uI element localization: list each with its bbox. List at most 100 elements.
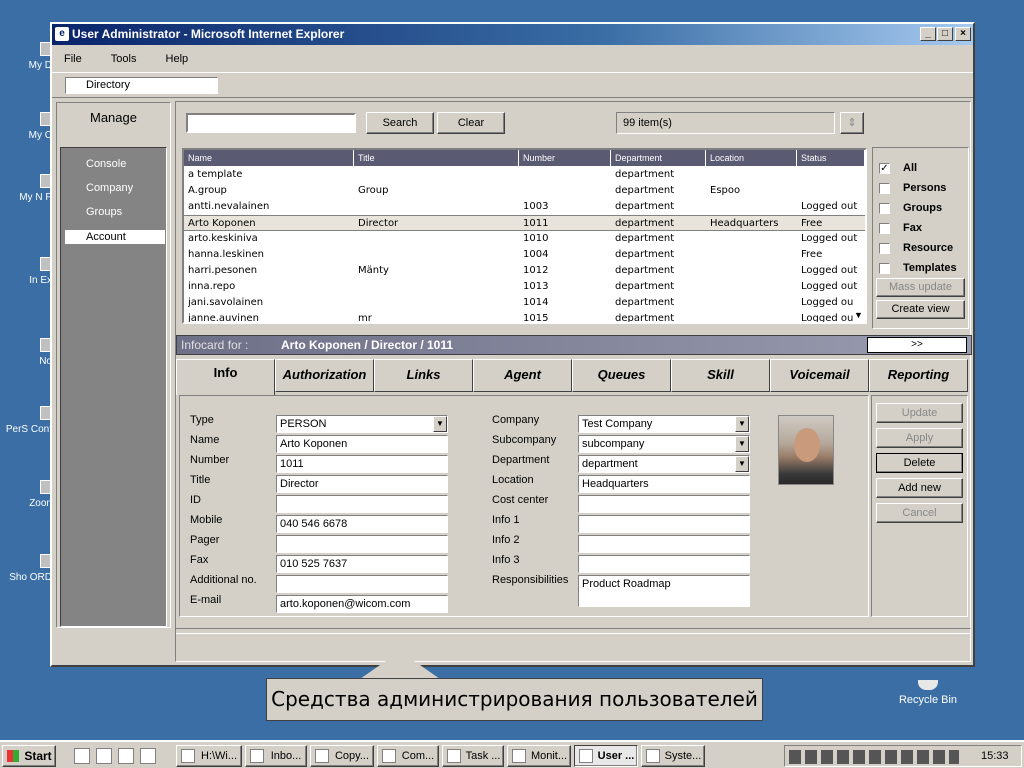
- fax-field[interactable]: 010 525 7637: [276, 555, 448, 573]
- table-row[interactable]: antti.nevalainen 1003 department Logged out: [184, 199, 865, 215]
- chevron-down-icon[interactable]: ▼: [433, 416, 447, 432]
- delete-button[interactable]: Delete: [876, 453, 963, 473]
- add-new-button[interactable]: Add new: [876, 478, 963, 498]
- responsibilities-field[interactable]: Product Roadmap: [578, 575, 750, 607]
- email-field[interactable]: arto.koponen@wicom.com: [276, 595, 448, 613]
- close-button[interactable]: ×: [955, 27, 971, 41]
- clear-button[interactable]: Clear: [437, 112, 505, 134]
- tab-reporting[interactable]: Reporting: [869, 359, 968, 392]
- quicklaunch-app-icon[interactable]: [140, 748, 156, 764]
- table-row[interactable]: jani.savolainen 1014 department Logged ou: [184, 295, 865, 311]
- scroll-down-icon[interactable]: ▼: [854, 310, 863, 320]
- column-header-department[interactable]: Department: [611, 150, 706, 166]
- additional-no-field[interactable]: [276, 575, 448, 593]
- menu-file[interactable]: File: [64, 53, 82, 65]
- table-row[interactable]: arto.keskiniva 1010 department Logged out: [184, 231, 865, 247]
- tab-authorization[interactable]: Authorization: [275, 359, 374, 392]
- desktop-icon-my-documents[interactable]: My D: [0, 42, 56, 71]
- desktop-icon-ie[interactable]: In Ex: [0, 257, 56, 286]
- filter-groups-checkbox[interactable]: [879, 203, 890, 214]
- create-view-button[interactable]: Create view: [876, 300, 965, 319]
- table-row[interactable]: hanna.leskinen 1004 department Free: [184, 247, 865, 263]
- chevron-down-icon[interactable]: ▼: [735, 416, 749, 432]
- quicklaunch-desktop-icon[interactable]: [74, 748, 90, 764]
- tab-skill[interactable]: Skill: [671, 359, 770, 392]
- company-select[interactable]: Test Company ▼: [578, 415, 750, 433]
- filter-fax-checkbox[interactable]: [879, 223, 890, 234]
- table-row[interactable]: janne.auvinen mr 1015 department Logged ou: [184, 311, 865, 322]
- refresh-button[interactable]: ⇕: [840, 112, 864, 134]
- sidebar-item-company[interactable]: Company: [86, 182, 133, 194]
- mobile-field[interactable]: 040 546 6678: [276, 515, 448, 533]
- update-button[interactable]: Update: [876, 403, 963, 423]
- column-header-location[interactable]: Location: [706, 150, 797, 166]
- task-explorer[interactable]: H:\Wi...: [176, 745, 242, 767]
- quicklaunch-ie-icon[interactable]: [96, 748, 112, 764]
- tray-icons[interactable]: [789, 750, 959, 764]
- quicklaunch-outlook-icon[interactable]: [118, 748, 134, 764]
- number-field[interactable]: 1011: [276, 455, 448, 473]
- info1-field[interactable]: [578, 515, 750, 533]
- search-button[interactable]: Search: [366, 112, 434, 134]
- subcompany-select[interactable]: subcompany ▼: [578, 435, 750, 453]
- mass-update-button[interactable]: Mass update: [876, 278, 965, 297]
- apply-button[interactable]: Apply: [876, 428, 963, 448]
- task-inbox[interactable]: Inbo...: [245, 745, 307, 767]
- recycle-bin[interactable]: Recycle Bin: [893, 680, 963, 706]
- filter-templates-checkbox[interactable]: [879, 263, 890, 274]
- column-header-title[interactable]: Title: [354, 150, 519, 166]
- minimize-button[interactable]: _: [920, 27, 936, 41]
- type-select[interactable]: PERSON ▼: [276, 415, 448, 433]
- desktop-icon-notes[interactable]: No: [0, 338, 56, 367]
- column-header-status[interactable]: Status: [797, 150, 865, 166]
- tab-queues[interactable]: Queues: [572, 359, 671, 392]
- chevron-down-icon[interactable]: ▼: [735, 436, 749, 452]
- expand-button[interactable]: >>: [867, 337, 967, 353]
- table-row[interactable]: harri.pesonen Mänty 1012 department Logged o…: [184, 263, 865, 279]
- filter-all-checkbox[interactable]: ✓: [879, 163, 890, 174]
- task-system[interactable]: Syste...: [641, 745, 705, 767]
- info2-field[interactable]: [578, 535, 750, 553]
- pager-field[interactable]: [276, 535, 448, 553]
- id-field[interactable]: [276, 495, 448, 513]
- chevron-down-icon[interactable]: ▼: [735, 456, 749, 472]
- tab-voicemail[interactable]: Voicemail: [770, 359, 869, 392]
- info3-field[interactable]: [578, 555, 750, 573]
- table-row[interactable]: Arto Koponen Director 1011 department Headqu…: [184, 215, 865, 231]
- cancel-button[interactable]: Cancel: [876, 503, 963, 523]
- column-header-number[interactable]: Number: [519, 150, 611, 166]
- title-bar[interactable]: e User Administrator - Microsoft Interne…: [52, 24, 973, 45]
- tab-info[interactable]: Info: [176, 359, 275, 395]
- filter-resource-checkbox[interactable]: [879, 243, 890, 254]
- task-user-admin[interactable]: User ...: [574, 745, 638, 767]
- task-copy[interactable]: Copy...: [310, 745, 374, 767]
- desktop-icon-pers-contacts[interactable]: PerS Cont: [0, 406, 56, 435]
- table-row[interactable]: A.group Group department Espoo: [184, 183, 865, 199]
- desktop-icon-my-computer[interactable]: My C: [0, 112, 56, 141]
- cost-center-field[interactable]: [578, 495, 750, 513]
- sidebar-item-console[interactable]: Console: [86, 158, 126, 170]
- title-field[interactable]: Director: [276, 475, 448, 493]
- maximize-button[interactable]: □: [937, 27, 953, 41]
- desktop-icon-zoom[interactable]: Zoon: [0, 480, 56, 509]
- desktop-icon-network[interactable]: My N P: [0, 174, 56, 203]
- department-select[interactable]: department ▼: [578, 455, 750, 473]
- tab-links[interactable]: Links: [374, 359, 473, 392]
- name-field[interactable]: Arto Koponen: [276, 435, 448, 453]
- search-input[interactable]: [186, 113, 356, 133]
- task-com[interactable]: Com...: [377, 745, 439, 767]
- menu-tools[interactable]: Tools: [111, 53, 137, 65]
- column-header-name[interactable]: Name: [184, 150, 354, 166]
- directory-field[interactable]: Directory: [65, 77, 218, 94]
- sidebar-item-groups[interactable]: Groups: [86, 206, 122, 218]
- task-monitor[interactable]: Monit...: [507, 745, 571, 767]
- tab-agent[interactable]: Agent: [473, 359, 572, 392]
- table-row[interactable]: inna.repo 1013 department Logged out: [184, 279, 865, 295]
- table-row[interactable]: a template department: [184, 167, 865, 183]
- filter-persons-checkbox[interactable]: [879, 183, 890, 194]
- menu-help[interactable]: Help: [166, 53, 189, 65]
- task-task[interactable]: Task ...: [442, 745, 504, 767]
- desktop-icon-shortcut[interactable]: Sho ORD: [0, 554, 56, 583]
- start-button[interactable]: Start: [2, 745, 56, 767]
- location-field[interactable]: Headquarters: [578, 475, 750, 493]
